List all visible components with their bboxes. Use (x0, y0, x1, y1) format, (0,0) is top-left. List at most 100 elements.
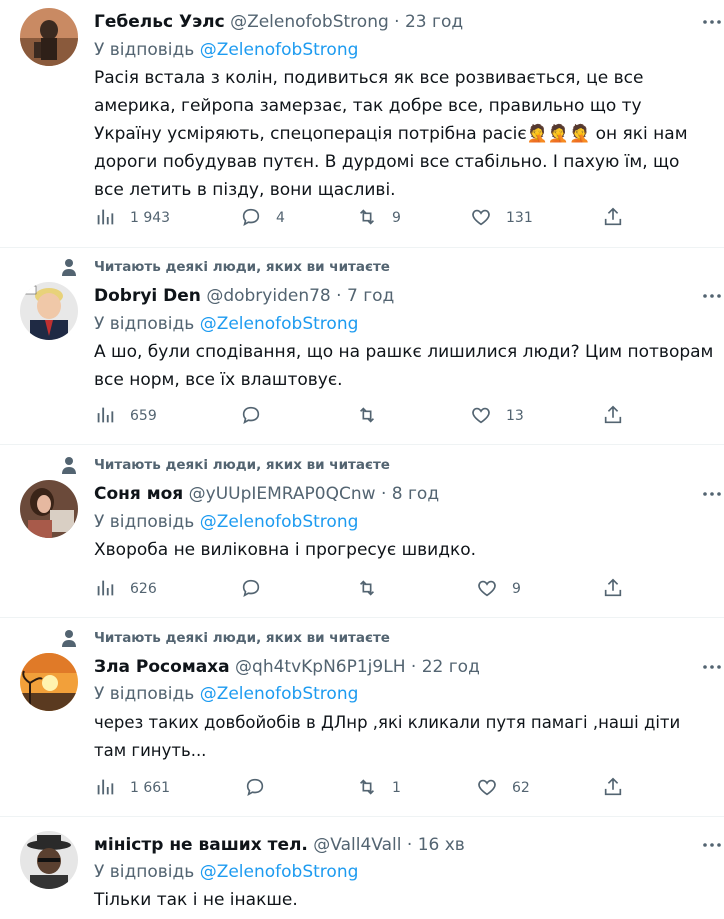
share-icon (604, 405, 622, 424)
heart-icon (472, 209, 490, 226)
timestamp[interactable]: 23 год (405, 12, 463, 32)
reply-prefix: У відповідь (94, 684, 195, 704)
divider (0, 816, 724, 817)
author-name[interactable]: Зла Росомаха (94, 657, 230, 677)
views-icon (97, 580, 114, 596)
author-handle[interactable]: @dobryiden78 (206, 286, 330, 306)
separator-dot: · (410, 657, 417, 677)
heart-icon (478, 779, 496, 796)
separator-dot: · (336, 286, 342, 306)
more-options-icon[interactable] (702, 657, 722, 677)
action-bar: 1 943 4 9 131 (94, 206, 654, 230)
timestamp[interactable]: 22 год (422, 657, 480, 677)
retweet-icon (359, 779, 375, 795)
reply-icon (242, 208, 260, 227)
reply-context: У відповідь @ZelenofobStrong (94, 38, 358, 62)
retweet-icon (359, 209, 375, 225)
views-count: 1 943 (130, 210, 171, 226)
author-name[interactable]: міністр не ваших тел. (94, 835, 308, 855)
action-bar: 626 9 (94, 577, 654, 601)
author-handle[interactable]: @Vall4Vall (313, 835, 401, 855)
author-handle[interactable]: @ZelenofobStrong (230, 12, 389, 32)
views-count: 626 (130, 581, 157, 597)
tweet-text: Тільки так і не інакше. (94, 890, 298, 910)
like-count: 62 (512, 780, 530, 796)
reply-mention-link[interactable]: @ZelenofobStrong (200, 684, 359, 704)
author-handle[interactable]: @qh4tvKpN6P1j9LH (235, 657, 405, 677)
views-count: 659 (130, 408, 157, 424)
tweet-header: Гебельс Уэлс @ZelenofobStrong · 23 год (94, 10, 463, 34)
heart-icon (472, 407, 490, 424)
reply-context: У відповідь @ZelenofobStrong (94, 682, 358, 706)
person-icon (62, 630, 76, 647)
timestamp[interactable]: 8 год (392, 484, 439, 504)
share-icon (604, 777, 622, 796)
retweet-icon (359, 580, 375, 596)
reply-count: 4 (276, 210, 285, 226)
reply-prefix: У відповідь (94, 40, 195, 60)
separator-dot: · (394, 12, 400, 32)
more-options-icon[interactable] (702, 12, 722, 32)
reply-mention-link[interactable]: @ZelenofobStrong (200, 862, 359, 882)
action-bar: 659 13 (94, 404, 654, 428)
views-icon (97, 209, 114, 225)
views-icon (97, 779, 114, 795)
reply-prefix: У відповідь (94, 512, 195, 532)
person-icon (62, 259, 76, 276)
like-count: 13 (506, 408, 524, 424)
divider (0, 247, 724, 248)
reply-context: У відповідь @ZelenofobStrong (94, 510, 358, 534)
reply-icon (242, 579, 260, 598)
tweet-header: Dobryi Den @dobryiden78 · 7 год (94, 284, 394, 308)
retweet-count: 9 (392, 210, 401, 226)
reply-icon (246, 778, 264, 797)
like-count: 131 (506, 210, 533, 226)
more-options-icon[interactable] (702, 286, 722, 306)
reply-icon (242, 406, 260, 425)
avatar[interactable] (20, 282, 78, 340)
views-icon (97, 407, 114, 423)
avatar[interactable] (20, 653, 78, 711)
more-options-icon[interactable] (702, 484, 722, 504)
reply-prefix: У відповідь (94, 314, 195, 334)
reply-prefix: У відповідь (94, 862, 195, 882)
social-context-text[interactable]: Читають деякі люди, яких ви читаєте (94, 629, 390, 647)
retweet-count: 1 (392, 780, 401, 796)
reply-mention-link[interactable]: @ZelenofobStrong (200, 40, 359, 60)
reply-mention-link[interactable]: @ZelenofobStrong (200, 314, 359, 334)
timestamp[interactable]: 7 год (347, 286, 394, 306)
timestamp[interactable]: 16 хв (418, 835, 465, 855)
action-bar: 1 661 1 62 (94, 776, 654, 800)
social-context-text[interactable]: Читають деякі люди, яких ви читаєте (94, 258, 390, 276)
social-context-text[interactable]: Читають деякі люди, яких ви читаєте (94, 456, 390, 474)
tweet-text: Хвороба не виліковна і прогресує швидко. (94, 540, 477, 560)
author-name[interactable]: Dobryi Den (94, 286, 201, 306)
tweet-text: А шо, були сподівання, що на рашкє лишил… (94, 342, 714, 390)
heart-icon (478, 580, 496, 597)
more-options-icon[interactable] (702, 835, 722, 855)
tweet-header: Зла Росомаха @qh4tvKpN6P1j9LH · 22 год (94, 655, 480, 679)
tweet-text: через таких довбойобів в ДЛнр ,які клика… (94, 713, 681, 760)
separator-dot: · (380, 484, 387, 504)
avatar[interactable] (20, 8, 78, 66)
like-count: 9 (512, 581, 521, 597)
separator-dot: · (406, 835, 413, 855)
reply-mention-link[interactable]: @ZelenofobStrong (200, 512, 359, 532)
avatar[interactable] (20, 831, 78, 889)
share-icon (604, 207, 622, 226)
divider (0, 617, 724, 618)
author-name[interactable]: Соня моя (94, 484, 183, 504)
views-count: 1 661 (130, 780, 171, 796)
author-handle[interactable]: @yUUpIEMRAP0QCnw (189, 484, 376, 504)
author-name[interactable]: Гебельс Уэлс (94, 12, 225, 32)
tweet-header: Соня моя @yUUpIEMRAP0QCnw · 8 год (94, 482, 439, 506)
reply-context: У відповідь @ZelenofobStrong (94, 312, 358, 336)
tweet-text: Расія встала з колін, подивиться як все … (94, 68, 688, 200)
divider (0, 444, 724, 445)
share-icon (604, 578, 622, 597)
avatar[interactable] (20, 480, 78, 538)
person-icon (62, 457, 76, 474)
retweet-icon (359, 407, 375, 423)
reply-context: У відповідь @ZelenofobStrong (94, 860, 358, 884)
tweet-header: міністр не ваших тел. @Vall4Vall · 16 хв (94, 833, 465, 857)
